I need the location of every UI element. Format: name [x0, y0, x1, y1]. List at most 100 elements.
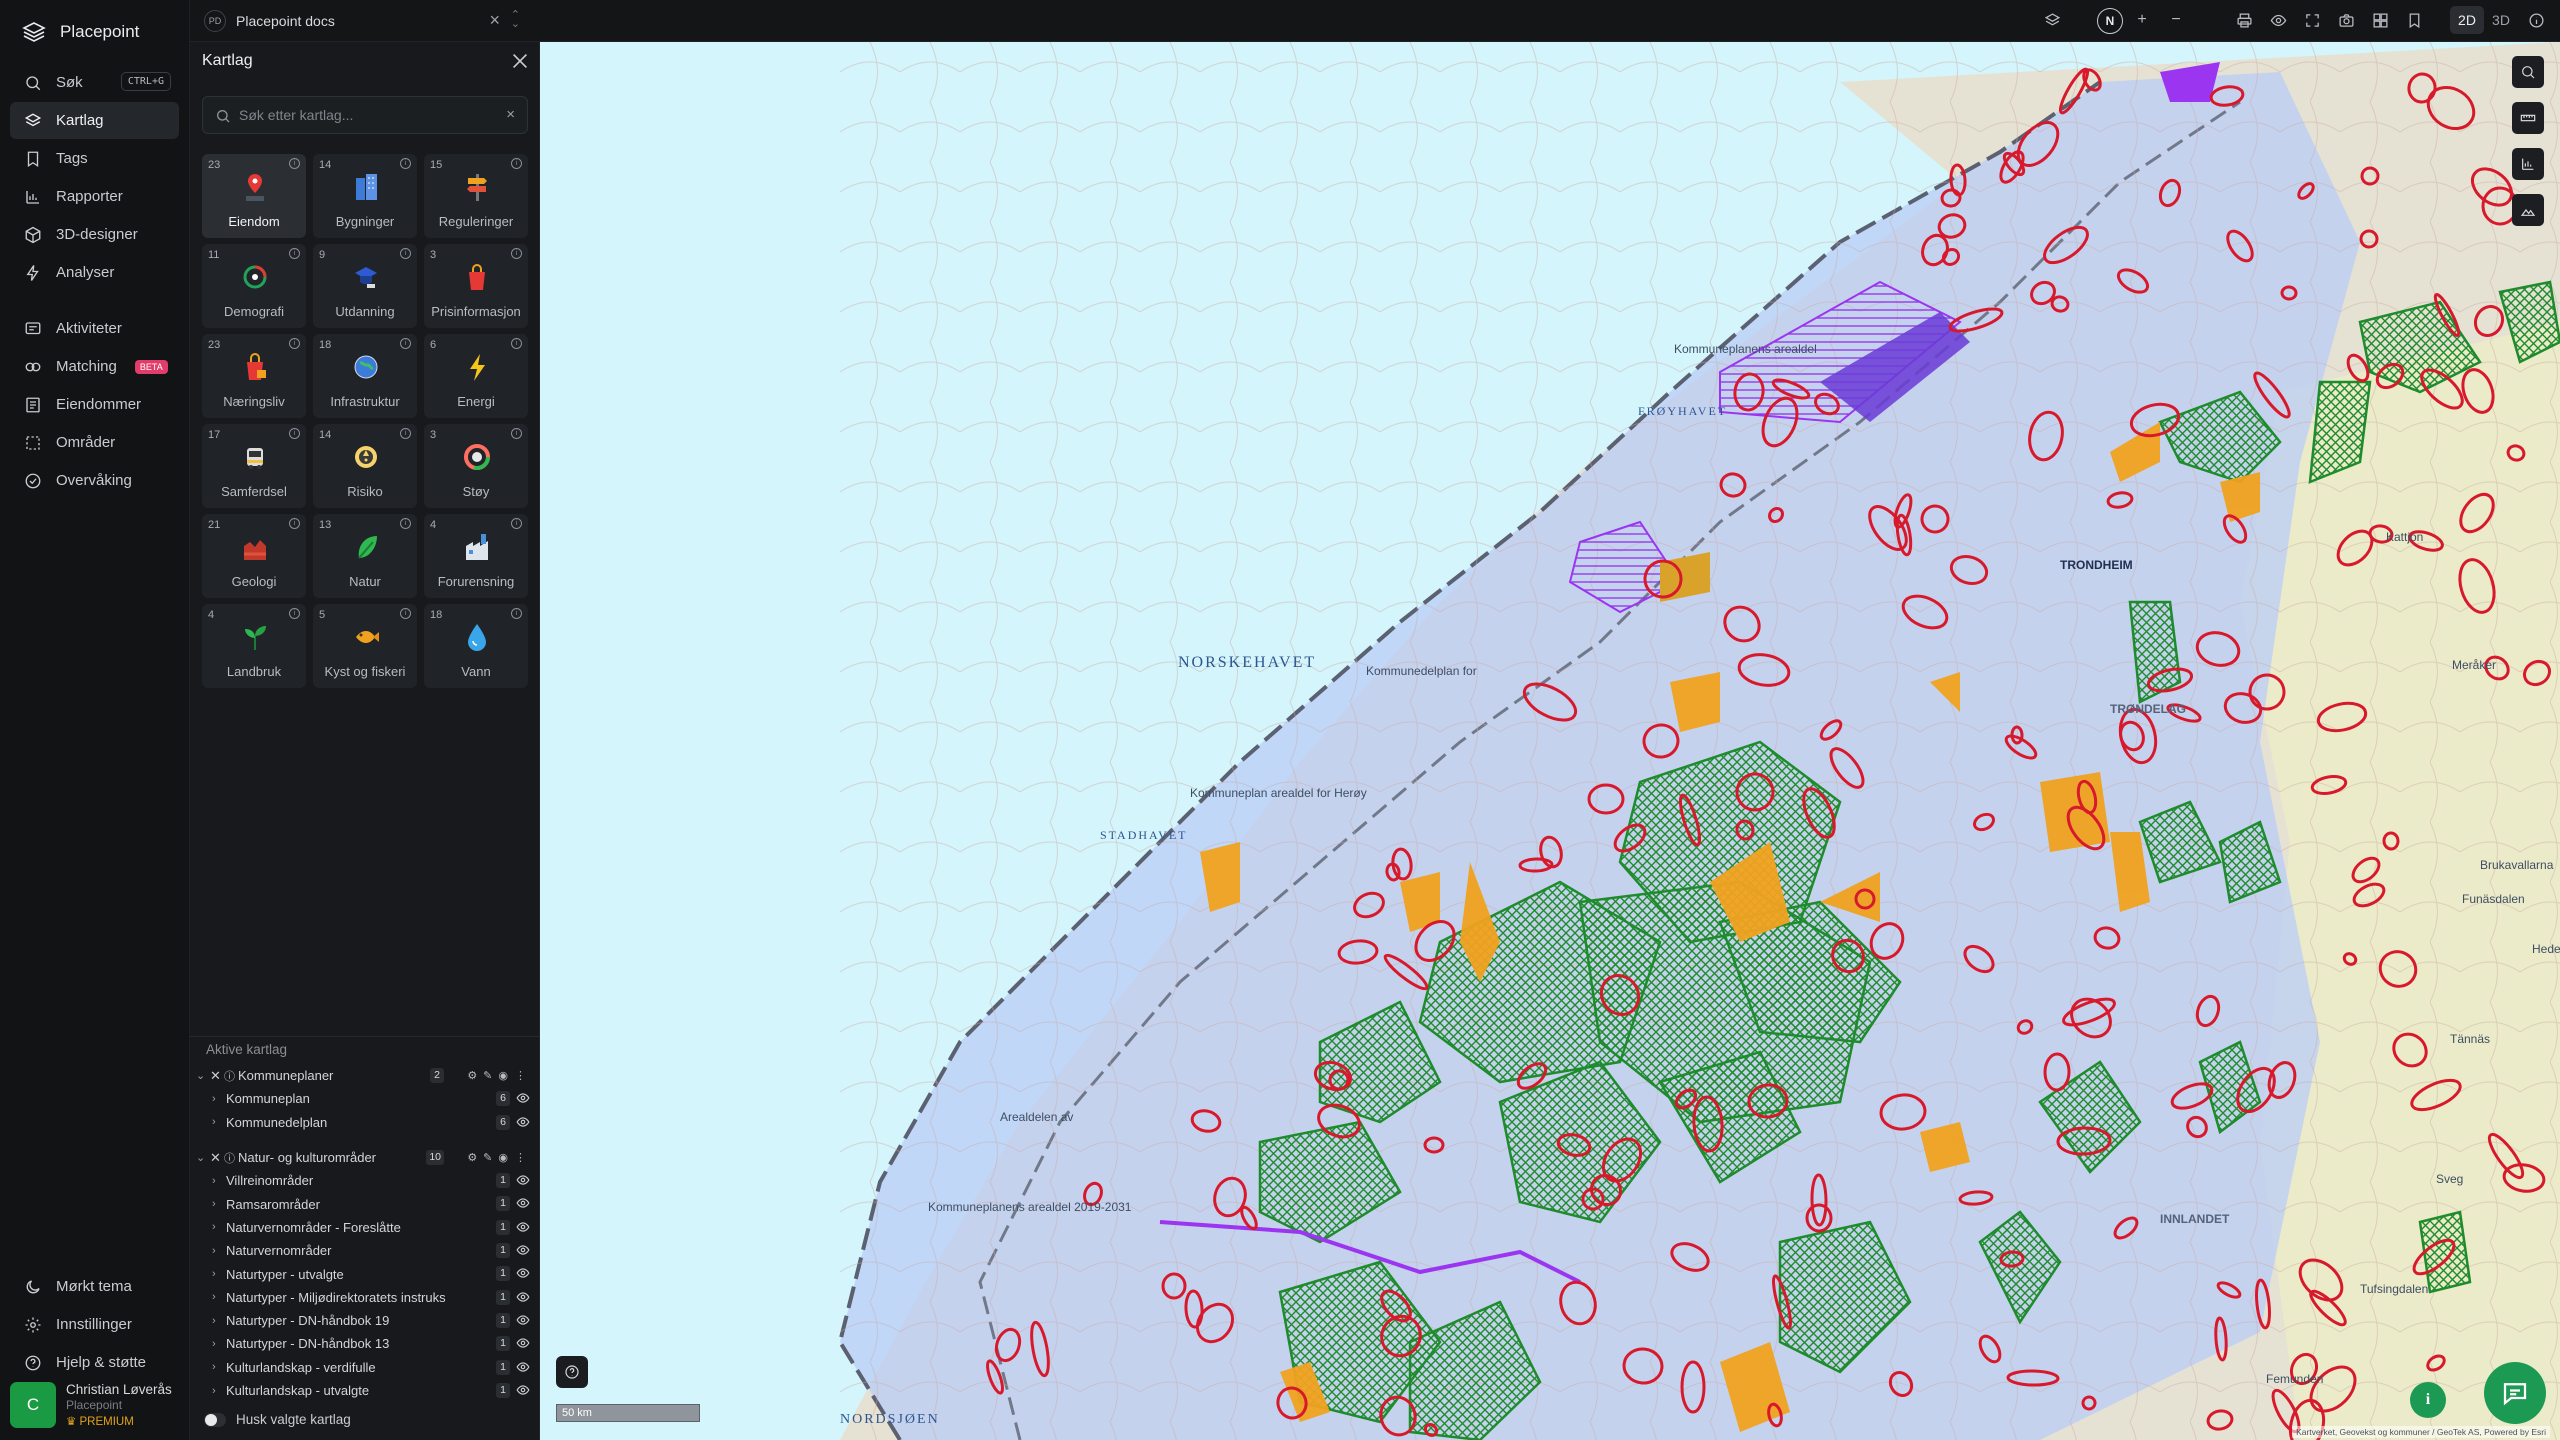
- visibility-eye-icon[interactable]: [516, 1313, 530, 1327]
- layer-group-row[interactable]: ⌄ ✕ ⓘ Natur- og kulturområder 10 ⚙✎◉ ⋮: [190, 1146, 540, 1169]
- category-tile-kyst-og-fiskeri[interactable]: 5 i Kyst og fiskeri: [313, 604, 417, 688]
- sidebar-bottom-item-0[interactable]: Mørkt tema: [10, 1268, 180, 1305]
- visibility-eye-icon[interactable]: [516, 1115, 530, 1129]
- category-tile-vann[interactable]: 18 i Vann: [424, 604, 528, 688]
- close-document-icon[interactable]: ×: [489, 10, 500, 31]
- chevron-right-icon[interactable]: ›: [212, 1093, 226, 1105]
- category-tile-energi[interactable]: 6 i Energi: [424, 334, 528, 418]
- switch-document-icon[interactable]: ⌃ ⌄: [511, 10, 520, 30]
- chevron-right-icon[interactable]: ›: [212, 1291, 226, 1303]
- chevron-right-icon[interactable]: ›: [212, 1385, 226, 1397]
- sidebar-item-6[interactable]: Aktiviteter: [10, 310, 179, 347]
- info-icon[interactable]: i: [511, 428, 522, 439]
- category-tile-prisinformasjon[interactable]: 3 i Prisinformasjon: [424, 244, 528, 328]
- visibility-eye-icon[interactable]: [516, 1173, 530, 1187]
- category-tile-bygninger[interactable]: 14 i Bygninger: [313, 154, 417, 238]
- close-icon[interactable]: [509, 50, 531, 72]
- info-icon[interactable]: i: [289, 338, 300, 349]
- layers-stack-icon[interactable]: [2042, 10, 2062, 30]
- layer-row[interactable]: › Villreinområder 1: [190, 1169, 540, 1192]
- chevron-right-icon[interactable]: ›: [212, 1245, 226, 1257]
- visibility-eye-icon[interactable]: [516, 1290, 530, 1304]
- sidebar-item-8[interactable]: Eiendommer: [10, 386, 179, 423]
- grid-view-icon[interactable]: [2370, 10, 2390, 30]
- layer-row[interactable]: › Kommunedelplan 6: [190, 1111, 540, 1134]
- chevron-right-icon[interactable]: ›: [212, 1315, 226, 1327]
- search-input[interactable]: [239, 103, 499, 127]
- avatar[interactable]: C: [10, 1382, 56, 1428]
- sidebar-item-2[interactable]: Tags: [10, 140, 179, 177]
- chevron-right-icon[interactable]: ›: [212, 1361, 226, 1373]
- bookmark-icon[interactable]: [2404, 10, 2424, 30]
- remember-layers-toggle[interactable]: Husk valgte kartlag: [204, 1412, 351, 1427]
- layer-info-icon[interactable]: ⓘ: [224, 1150, 238, 1166]
- info-icon[interactable]: i: [400, 608, 411, 619]
- visibility-eye-icon[interactable]: [516, 1196, 530, 1210]
- layer-row[interactable]: › Naturvernområder 1: [190, 1239, 540, 1262]
- category-tile-utdanning[interactable]: 9 i Utdanning: [313, 244, 417, 328]
- layer-row[interactable]: › Naturtyper - utvalgte 1: [190, 1262, 540, 1285]
- visibility-eye-icon[interactable]: [516, 1091, 530, 1105]
- chevron-right-icon[interactable]: ›: [212, 1175, 226, 1187]
- elevation-tool-button[interactable]: [2512, 194, 2544, 226]
- info-icon[interactable]: i: [511, 158, 522, 169]
- visibility-eye-icon[interactable]: [516, 1220, 530, 1234]
- fullscreen-icon[interactable]: [2302, 10, 2322, 30]
- category-tile-støy[interactable]: 3 i Støy: [424, 424, 528, 508]
- layer-row[interactable]: › Naturtyper - DN-håndbok 19 1: [190, 1309, 540, 1332]
- more-vertical-icon[interactable]: ⋮: [515, 1069, 532, 1082]
- info-icon[interactable]: i: [400, 158, 411, 169]
- user-profile[interactable]: C Christian Løverås Placepoint ♛ PREMIUM: [10, 1382, 172, 1428]
- layer-group-row[interactable]: ⌄ ✕ ⓘ Kommuneplaner 2 ⚙✎◉ ⋮: [190, 1064, 540, 1087]
- info-icon[interactable]: i: [400, 428, 411, 439]
- info-icon[interactable]: i: [289, 428, 300, 439]
- info-icon[interactable]: i: [289, 518, 300, 529]
- info-icon[interactable]: i: [400, 338, 411, 349]
- eye-icon[interactable]: [2268, 10, 2288, 30]
- group-actions[interactable]: ⚙✎◉: [467, 1151, 514, 1164]
- info-icon[interactable]: i: [400, 248, 411, 259]
- ruler-tool-button[interactable]: [2512, 102, 2544, 134]
- sidebar-item-9[interactable]: Områder: [10, 424, 179, 461]
- info-icon[interactable]: [2526, 10, 2546, 30]
- category-tile-risiko[interactable]: 14 i Risiko: [313, 424, 417, 508]
- zoom-out-button[interactable]: −: [2166, 10, 2186, 30]
- sidebar-item-10[interactable]: Overvåking: [10, 462, 179, 499]
- visibility-eye-icon[interactable]: [516, 1383, 530, 1397]
- chevron-right-icon[interactable]: ›: [212, 1221, 226, 1233]
- measure-tool-button[interactable]: [2512, 56, 2544, 88]
- layer-row[interactable]: › Kulturlandskap - verdifulle 1: [190, 1356, 540, 1379]
- info-icon[interactable]: i: [289, 608, 300, 619]
- info-icon[interactable]: i: [289, 248, 300, 259]
- category-tile-næringsliv[interactable]: 23 i Næringsliv: [202, 334, 306, 418]
- info-icon[interactable]: i: [289, 158, 300, 169]
- layer-row[interactable]: › Naturvernområder - Foreslåtte 1: [190, 1216, 540, 1239]
- visibility-eye-icon[interactable]: [516, 1243, 530, 1257]
- category-tile-samferdsel[interactable]: 17 i Samferdsel: [202, 424, 306, 508]
- map-help-button[interactable]: [556, 1356, 588, 1388]
- info-icon[interactable]: i: [511, 338, 522, 349]
- category-tile-infrastruktur[interactable]: 18 i Infrastruktur: [313, 334, 417, 418]
- category-tile-landbruk[interactable]: 4 i Landbruk: [202, 604, 306, 688]
- clear-search-icon[interactable]: ×: [506, 106, 515, 123]
- sidebar-bottom-item-1[interactable]: Innstillinger: [10, 1306, 180, 1343]
- sidebar-item-0[interactable]: Søk CTRL+G: [10, 64, 179, 101]
- layer-row[interactable]: › Kommuneplan 6: [190, 1087, 540, 1110]
- info-icon[interactable]: i: [511, 518, 522, 529]
- category-tile-reguleringer[interactable]: 15 i Reguleringer: [424, 154, 528, 238]
- chevron-right-icon[interactable]: ›: [212, 1198, 226, 1210]
- chevron-right-icon[interactable]: ›: [212, 1338, 226, 1350]
- chevron-right-icon[interactable]: ›: [212, 1116, 226, 1128]
- document-tab[interactable]: PD Placepoint docs × ⌃ ⌄: [204, 8, 524, 34]
- info-icon[interactable]: i: [511, 248, 522, 259]
- visibility-eye-icon[interactable]: [516, 1266, 530, 1280]
- print-icon[interactable]: [2234, 10, 2254, 30]
- view-3d-button[interactable]: 3D: [2484, 6, 2518, 34]
- chevron-right-icon[interactable]: ›: [212, 1268, 226, 1280]
- sidebar-item-5[interactable]: Analyser: [10, 254, 179, 291]
- info-icon[interactable]: i: [400, 518, 411, 529]
- category-tile-eiendom[interactable]: 23 i Eiendom: [202, 154, 306, 238]
- toggle-switch[interactable]: [204, 1412, 226, 1427]
- category-tile-geologi[interactable]: 21 i Geologi: [202, 514, 306, 598]
- chevron-down-icon[interactable]: ⌄: [196, 1069, 210, 1082]
